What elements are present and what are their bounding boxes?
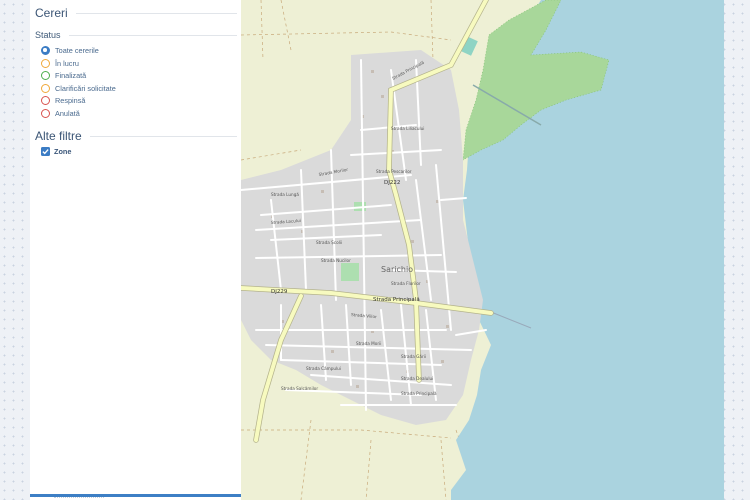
label-florilor: Strada Florilor: [391, 281, 421, 286]
label-lunga: Strada Lungă: [271, 192, 299, 197]
status-option-toate-cererile[interactable]: Toate cererile: [41, 45, 99, 56]
requests-filter-panel: Cereri Status Toate cererile În lucru Fi…: [30, 0, 241, 500]
radio-clarificari[interactable]: [41, 84, 50, 93]
label-garii: Strada Gării: [401, 354, 426, 359]
filters-heading: Alte filtre: [35, 129, 237, 143]
radio-finalizata[interactable]: [41, 71, 50, 80]
filters-rule: [89, 135, 237, 137]
label-salcamilor: Strada Salcâmilor: [281, 386, 318, 391]
label-dealului: Strada Dealului: [401, 376, 433, 381]
radio-toate-cererile[interactable]: [41, 46, 50, 55]
status-option-clarificari[interactable]: Clarificări solicitate: [41, 83, 116, 94]
radio-respinsa[interactable]: [41, 96, 50, 105]
map-view[interactable]: Strada Principală Strada Liliacului Stra…: [241, 0, 724, 500]
label-scolii: Strada Școlii: [316, 240, 342, 245]
status-option-respinsa[interactable]: Respinsă: [41, 95, 85, 106]
status-option-anulata[interactable]: Anulată: [41, 108, 80, 119]
checkbox-zone[interactable]: [41, 147, 50, 156]
radio-in-lucru[interactable]: [41, 59, 50, 68]
label-dj229: DJ229: [271, 289, 288, 295]
label-nucilor: Strada Nucilor: [321, 258, 351, 263]
status-option-in-lucru[interactable]: În lucru: [41, 58, 79, 69]
status-rule: [68, 34, 237, 36]
label-pescarilor: Strada Pescarilor: [376, 169, 412, 174]
map-canvas[interactable]: Strada Principală Strada Liliacului Stra…: [241, 0, 724, 500]
label-principala-c: Strada Principală: [373, 297, 420, 303]
status-heading: Status: [35, 30, 237, 40]
panel-title: Cereri: [35, 6, 237, 20]
label-morii: Strada Morii: [356, 341, 381, 346]
filter-zone[interactable]: Zone: [41, 146, 71, 157]
radio-anulata[interactable]: [41, 109, 50, 118]
label-campului: Strada Câmpului: [306, 366, 341, 371]
title-rule: [75, 12, 237, 14]
label-dj222: DJ222: [384, 180, 400, 186]
park-1: [341, 263, 359, 281]
village-label: Sarichio: [381, 265, 413, 274]
label-liliacului: Strada Liliacului: [391, 126, 424, 131]
checkmark-icon: [42, 149, 49, 155]
label-principala-w: Strada Principală: [401, 391, 437, 396]
status-option-finalizata[interactable]: Finalizată: [41, 70, 86, 81]
